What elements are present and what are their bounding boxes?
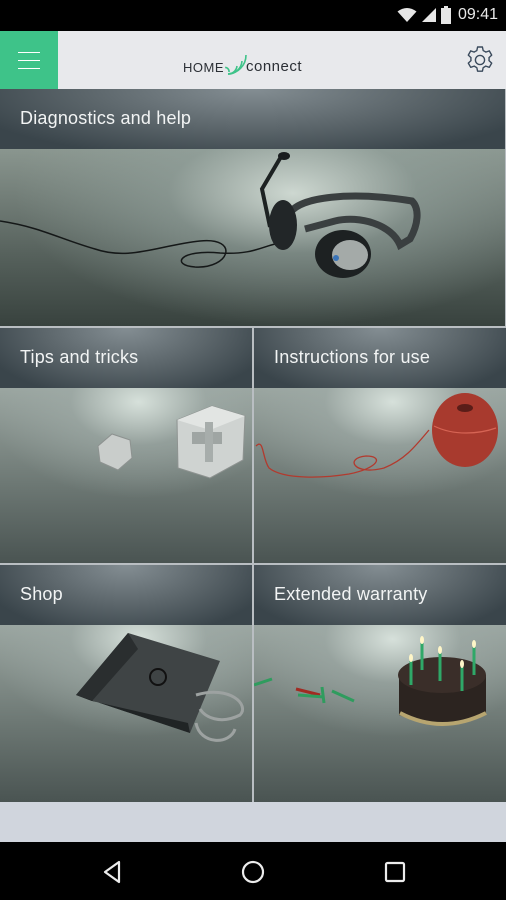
shopping-bag-illustration xyxy=(76,633,244,742)
tile-instructions[interactable]: Instructions for use xyxy=(254,328,506,563)
navigation-bar xyxy=(0,842,506,900)
string-illustration xyxy=(255,393,498,478)
tile-title: Diagnostics and help xyxy=(20,108,192,128)
tile-title: Tips and tricks xyxy=(20,347,139,367)
cake-illustration xyxy=(254,636,487,726)
tile-header: Extended warranty xyxy=(254,565,506,625)
menu-button[interactable] xyxy=(0,31,58,89)
tile-header: Diagnostics and help xyxy=(0,89,505,149)
tile-title: Shop xyxy=(20,584,63,604)
battery-icon xyxy=(440,6,451,24)
tile-header: Instructions for use xyxy=(254,328,506,388)
status-icons: 09:41 xyxy=(397,4,498,26)
tile-header: Tips and tricks xyxy=(0,328,252,388)
tile-title: Instructions for use xyxy=(274,347,431,367)
tile-tips[interactable]: Tips and tricks xyxy=(0,328,252,563)
wifi-icon xyxy=(397,8,417,22)
bottom-strip xyxy=(0,802,506,842)
hamburger-menu-icon xyxy=(18,51,40,69)
gear-icon[interactable] xyxy=(464,44,496,76)
status-bar: 09:41 xyxy=(0,0,506,31)
status-time: 09:41 xyxy=(457,6,498,23)
puzzle-cube-photo xyxy=(0,388,252,563)
tile-header: Shop xyxy=(0,565,252,625)
app-bar: home connect xyxy=(0,31,506,90)
tile-warranty[interactable]: Extended warranty xyxy=(254,565,506,802)
recents-square-icon[interactable] xyxy=(379,856,411,888)
cell-signal-icon xyxy=(421,8,436,22)
tile-grid: Diagnostics and help Tips and tricks Ins… xyxy=(0,89,506,802)
home-circle-icon[interactable] xyxy=(237,856,269,888)
logo-word-home: home xyxy=(183,60,224,75)
puzzle-illustration xyxy=(97,405,246,479)
back-triangle-icon[interactable] xyxy=(96,856,128,888)
headset-photo xyxy=(0,149,505,326)
headset-illustration xyxy=(0,152,421,278)
tile-title: Extended warranty xyxy=(274,584,428,604)
home-connect-logo: home connect xyxy=(183,46,302,76)
tile-shop[interactable]: Shop xyxy=(0,565,252,802)
shopping-bag-photo xyxy=(0,625,252,802)
logo-word-connect: connect xyxy=(246,58,303,75)
wireless-waves-icon xyxy=(225,54,247,75)
tile-diagnostics[interactable]: Diagnostics and help xyxy=(0,89,505,326)
ball-of-string-photo xyxy=(254,388,506,563)
birthday-cake-photo xyxy=(254,625,506,802)
